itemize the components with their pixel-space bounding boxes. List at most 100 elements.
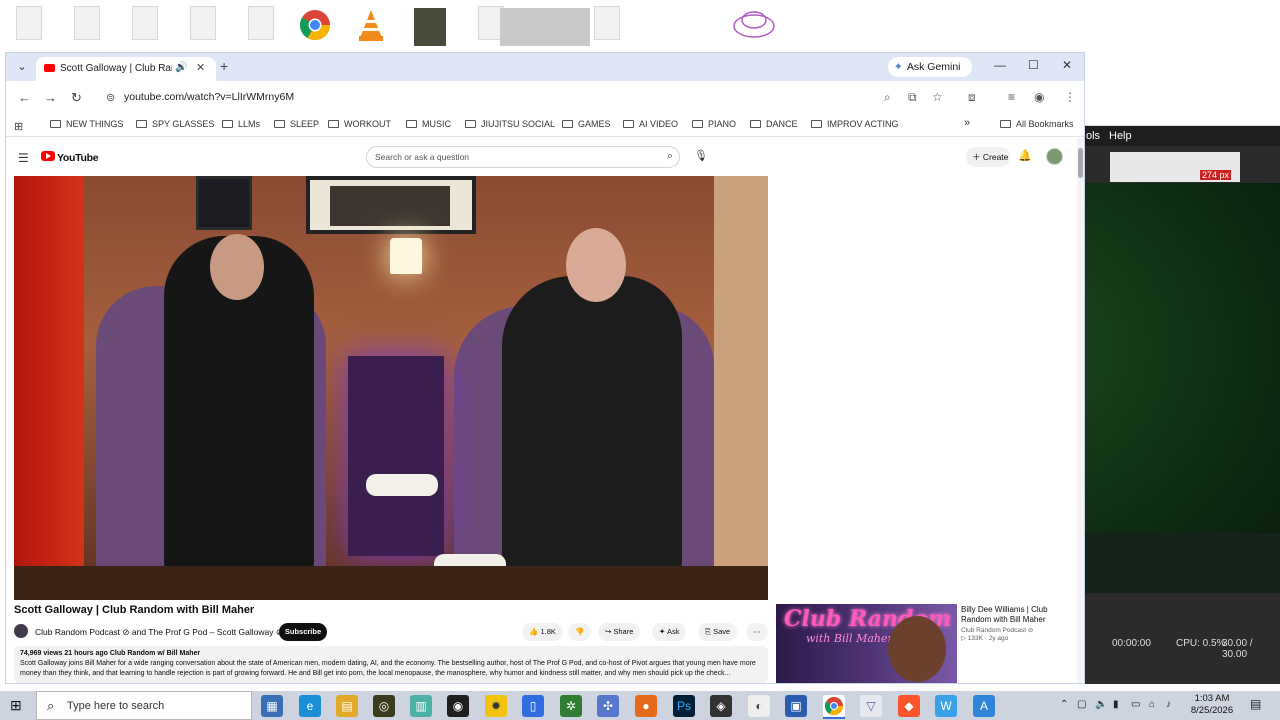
bookmark-jiujitsu-social[interactable]: JIUJITSU SOCIAL	[465, 119, 555, 129]
tab-youtube[interactable]: Scott Galloway | Club Random 🔊 ✕	[36, 57, 216, 81]
desktop-file-icon[interactable]	[248, 6, 274, 40]
subscribe-button[interactable]: Subscribe	[279, 623, 327, 641]
bookmark-ai-video[interactable]: AI VIDEO	[623, 119, 678, 129]
video-description[interactable]: 74,969 views 21 hours ago Club Random w/…	[14, 646, 768, 683]
tray-overflow-chevron-icon[interactable]: ⌃	[1060, 699, 1068, 710]
desktop-image-thumbnail[interactable]	[414, 8, 446, 46]
vlc-desktop-icon[interactable]	[356, 8, 390, 46]
apps-grid-icon[interactable]: ⊞	[14, 120, 23, 133]
desktop-file-icon[interactable]	[74, 6, 100, 40]
network-icon[interactable]: ⌂	[1149, 699, 1155, 710]
app-icon-blue[interactable]: ✣	[597, 695, 619, 717]
scrollbar-thumb[interactable]	[1078, 148, 1083, 178]
app-icon-a[interactable]: A	[973, 695, 995, 717]
page-scrollbar[interactable]	[1077, 138, 1084, 683]
hamburger-menu-icon[interactable]: ☰	[18, 151, 29, 165]
app-icon-triangle[interactable]: ▽	[860, 695, 882, 717]
tray-app-icon[interactable]: ▢	[1077, 699, 1086, 710]
chrome-menu-icon[interactable]: ⋮	[1064, 90, 1076, 104]
minimize-button[interactable]: —	[994, 58, 1006, 72]
ask-button[interactable]: ✦ Ask	[652, 623, 687, 641]
create-button[interactable]: ＋ Create	[966, 147, 1010, 167]
url-text[interactable]: youtube.com/watch?v=LlIrWMrny6M	[124, 91, 294, 103]
tab-search-icon[interactable]: ⌄	[14, 59, 30, 75]
desktop-drawing-icon[interactable]	[732, 8, 778, 46]
battery-icon[interactable]: ▭	[1131, 699, 1140, 710]
channel-avatar[interactable]	[14, 624, 28, 638]
close-window-button[interactable]: ✕	[1062, 58, 1072, 72]
firefox-icon[interactable]: ●	[635, 695, 657, 717]
chrome-taskbar-icon[interactable]	[823, 695, 845, 717]
close-tab-icon[interactable]: ✕	[196, 61, 205, 74]
microphone-icon[interactable]: 🎙	[694, 149, 708, 162]
all-bookmarks-button[interactable]: All Bookmarks	[1000, 119, 1074, 129]
channel-names[interactable]: Club Random Podcast ⊘ and The Prof G Pod…	[35, 627, 283, 638]
bookmark-llms[interactable]: LLMs	[222, 119, 260, 129]
task-view-icon[interactable]: ▦	[261, 695, 283, 717]
ask-gemini-button[interactable]: ✦ Ask Gemini	[888, 57, 972, 77]
recommended-channel[interactable]: Club Random Podcast ⊘	[961, 627, 1077, 635]
extensions-icon[interactable]: ⧈	[968, 90, 976, 105]
app-icon-teal[interactable]: ▥	[410, 695, 432, 717]
like-button[interactable]: 👍 1.8K	[522, 623, 563, 641]
search-icon[interactable]: ⌕	[667, 150, 673, 163]
address-bar[interactable]: ⊜ youtube.com/watch?v=LlIrWMrny6M ⌕ ⧉ ☆	[98, 85, 1018, 111]
account-avatar[interactable]	[1046, 148, 1063, 165]
obs-menu-help[interactable]: Help	[1109, 130, 1132, 142]
bookmark-dance[interactable]: DANCE	[750, 119, 798, 129]
more-bookmarks-chevron-icon[interactable]: »	[964, 117, 970, 129]
new-tab-button[interactable]: +	[220, 58, 228, 74]
desktop-image-thumbnail[interactable]	[500, 8, 590, 46]
dislike-button[interactable]: 👎	[568, 623, 592, 641]
chrome-desktop-icon[interactable]	[298, 8, 334, 46]
bookmark-workout[interactable]: WORKOUT	[328, 119, 391, 129]
edge-icon[interactable]: e	[299, 695, 321, 717]
bookmark-improv-acting[interactable]: IMPROV ACTING	[811, 119, 899, 129]
bookmark-star-icon[interactable]: ☆	[932, 90, 943, 104]
window-icon[interactable]: ▣	[785, 695, 807, 717]
reload-icon[interactable]: ↻	[71, 90, 82, 106]
brave-icon[interactable]: ◆	[898, 695, 920, 717]
maximize-button[interactable]: ☐	[1028, 58, 1039, 72]
volume-icon[interactable]: 🔈	[1095, 699, 1107, 710]
speaker-icon[interactable]: 🔊	[175, 62, 187, 73]
install-app-icon[interactable]: ⧉	[908, 90, 917, 105]
davinci-icon[interactable]: ◈	[710, 695, 732, 717]
obs-icon[interactable]: ◉	[447, 695, 469, 717]
site-info-icon[interactable]: ⊜	[106, 91, 115, 104]
speaker-tray-icon[interactable]: ♪	[1166, 699, 1171, 710]
taskbar-search-input[interactable]: ⌕ Type here to search	[36, 691, 252, 720]
back-arrow-icon[interactable]: ←	[18, 90, 31, 105]
bookmark-music[interactable]: MUSIC	[406, 119, 451, 129]
more-actions-icon[interactable]: ⋯	[746, 623, 768, 641]
document-icon[interactable]: ▯	[522, 695, 544, 717]
app-icon-dark[interactable]: ◎	[373, 695, 395, 717]
bookmark-spy-glasses[interactable]: SPY GLASSES	[136, 119, 214, 129]
bookmark-new-things[interactable]: NEW THINGS	[50, 119, 123, 129]
app-icon-green[interactable]: ✲	[560, 695, 582, 717]
app-icon-w[interactable]: W	[935, 695, 957, 717]
taskbar-clock[interactable]: 1:03 AM 8/25/2026	[1182, 693, 1242, 717]
youtube-search-input[interactable]: Search or ask a question ⌕	[366, 146, 680, 168]
file-explorer-icon[interactable]: ▤	[336, 695, 358, 717]
share-button[interactable]: ↪ Share	[598, 623, 641, 641]
recommended-video-title[interactable]: Billy Dee Williams | Club Random with Bi…	[961, 605, 1077, 625]
media-controls-icon[interactable]: ≡	[1008, 90, 1015, 104]
youtube-logo[interactable]: YouTube	[41, 151, 99, 165]
windows-start-icon[interactable]: ⊞	[10, 697, 22, 714]
app-icon-light[interactable]: ◐	[748, 695, 770, 717]
bookmark-games[interactable]: GAMES	[562, 119, 611, 129]
save-button[interactable]: ⎘ Save	[698, 623, 738, 641]
zoom-icon[interactable]: ⌕	[884, 90, 891, 105]
bookmark-piano[interactable]: PIANO	[692, 119, 736, 129]
desktop-file-icon[interactable]	[16, 6, 42, 40]
obs-menu-tools[interactable]: ols	[1086, 130, 1100, 142]
usb-icon[interactable]: ▮	[1113, 699, 1119, 710]
desktop-file-icon[interactable]	[132, 6, 158, 40]
desktop-file-icon[interactable]	[594, 6, 620, 40]
notification-center-icon[interactable]: ▤	[1250, 697, 1261, 711]
profile-icon[interactable]: ◉	[1034, 90, 1044, 104]
bookmark-sleep[interactable]: SLEEP	[274, 119, 319, 129]
desktop-file-icon[interactable]	[190, 6, 216, 40]
notifications-bell-icon[interactable]: 🔔	[1018, 149, 1032, 162]
